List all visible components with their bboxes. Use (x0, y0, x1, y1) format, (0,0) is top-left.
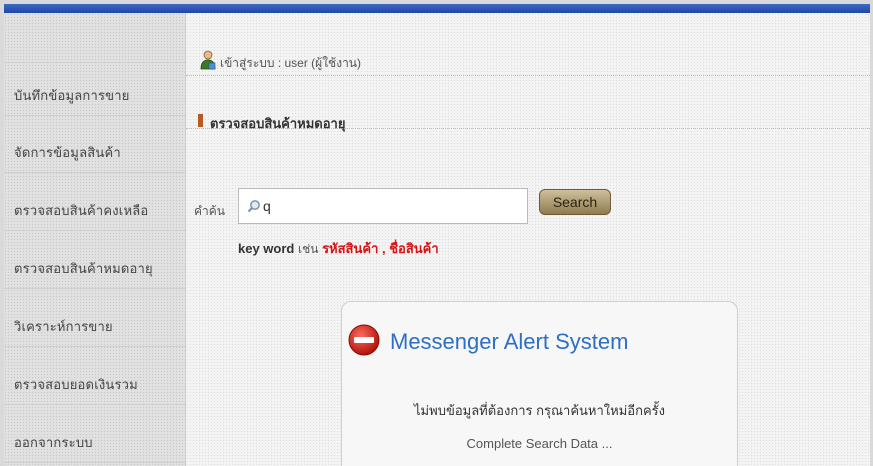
main-content: เข้าสู่ระบบ : user (ผู้ใช้งาน) ตรวจสอบสิ… (186, 13, 870, 466)
section-bullet (198, 114, 203, 127)
sidebar-item-record-sales[interactable]: บันทึกข้อมูลการขาย (4, 62, 185, 116)
search-hint: key word เช่น รหัสสินค้า , ชื่อสินค้า (238, 238, 439, 259)
sidebar-item-check-total[interactable]: ตรวจสอบยอดเงินรวม (4, 347, 185, 405)
alert-box: Messenger Alert System ไม่พบข้อมูลที่ต้อ… (341, 301, 738, 466)
search-label: คำค้น (194, 204, 225, 218)
alert-message: ไม่พบข้อมูลที่ต้องการ กรุณาค้นหาใหม่อีกค… (414, 403, 665, 418)
hint-examples: รหัสสินค้า , ชื่อสินค้า (322, 241, 439, 256)
search-box[interactable] (238, 188, 528, 224)
sidebar-item-label: วิเคราะห์การขาย (14, 319, 113, 334)
stop-icon (348, 324, 380, 356)
search-icon (247, 200, 260, 213)
sidebar-item-label: ตรวจสอบยอดเงินรวม (14, 377, 138, 392)
sidebar-item-label: ตรวจสอบสินค้าคงเหลือ (14, 203, 149, 218)
search-input[interactable] (263, 196, 518, 216)
sidebar-item-label: ตรวจสอบสินค้าหมดอายุ (14, 261, 153, 276)
alert-title: Messenger Alert System (390, 329, 629, 354)
sidebar-item-label: จัดการข้อมูลสินค้า (14, 145, 121, 160)
sidebar-item-manage-products[interactable]: จัดการข้อมูลสินค้า (4, 115, 185, 173)
sidebar: บันทึกข้อมูลการขาย จัดการข้อมูลสินค้า ตร… (4, 13, 186, 466)
sidebar-item-check-expired[interactable]: ตรวจสอบสินค้าหมดอายุ (4, 231, 185, 289)
hint-such-as: เช่น (297, 242, 319, 256)
sidebar-item-check-stock[interactable]: ตรวจสอบสินค้าคงเหลือ (4, 173, 185, 231)
hint-keyword: key word (238, 241, 295, 256)
sidebar-item-label: บันทึกข้อมูลการขาย (14, 88, 130, 103)
sidebar-item-logout[interactable]: ออกจากระบบ (4, 405, 185, 463)
app-frame: บันทึกข้อมูลการขาย จัดการข้อมูลสินค้า ตร… (4, 4, 870, 466)
sidebar-item-sales-analysis[interactable]: วิเคราะห์การขาย (4, 289, 185, 347)
alert-sub-message: Complete Search Data ... (466, 436, 613, 451)
logged-in-user: เข้าสู่ระบบ : user (ผู้ใช้งาน) (220, 56, 361, 70)
user-icon (200, 50, 216, 70)
search-button[interactable]: Search (539, 189, 611, 215)
sidebar-item-label: ออกจากระบบ (14, 435, 93, 450)
top-bar (4, 4, 870, 13)
page-title: ตรวจสอบสินค้าหมดอายุ (210, 116, 346, 131)
